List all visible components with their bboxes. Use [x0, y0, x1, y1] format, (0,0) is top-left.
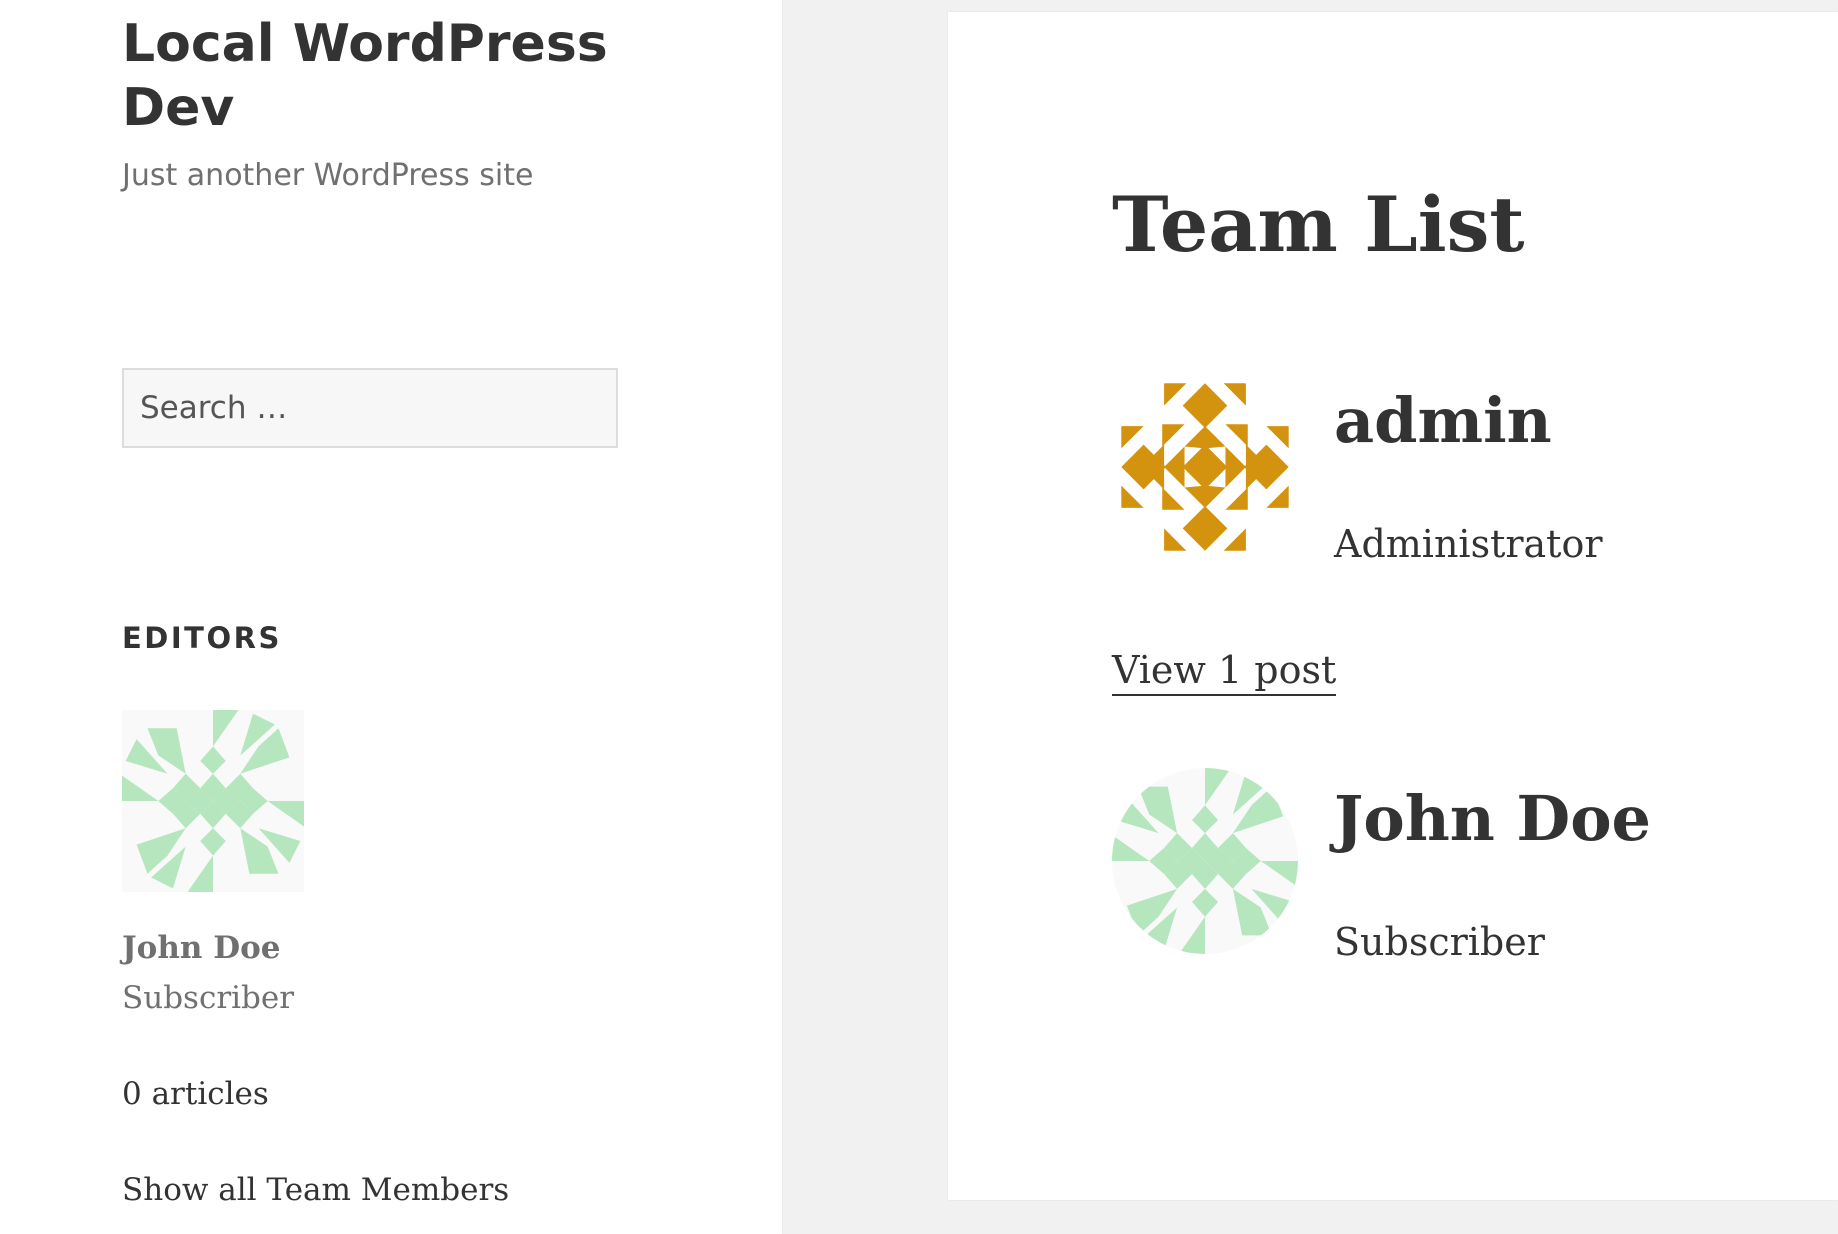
show-all-team-members-link[interactable]: Show all Team Members	[122, 1172, 509, 1208]
member-name: admin	[1334, 384, 1552, 457]
search-input[interactable]	[122, 368, 618, 448]
page-title: Team List	[1112, 180, 1525, 269]
editor-article-count: 0 articles	[122, 1076, 269, 1112]
sidebar: Local WordPress Dev Just another WordPre…	[0, 0, 782, 1234]
identicon-green-icon	[122, 710, 304, 892]
editor-role: Subscriber	[122, 980, 295, 1016]
widget-title-editors: EDITORS	[122, 621, 282, 655]
team-member-card: John Doe Subscriber	[1112, 768, 1812, 968]
view-posts-link[interactable]: View 1 post	[1112, 648, 1337, 696]
editor-name[interactable]: John Doe	[122, 930, 281, 966]
site-tagline: Just another WordPress site	[122, 158, 534, 193]
member-role: Administrator	[1334, 522, 1603, 566]
team-member-card: admin Administrator	[1112, 374, 1812, 574]
main-content: Team List admin Administrator View 1 pos…	[948, 12, 1838, 1200]
identicon-green-icon	[1112, 768, 1298, 954]
identicon-orange-icon	[1112, 374, 1298, 560]
member-name: John Doe	[1334, 782, 1651, 855]
site-title[interactable]: Local WordPress Dev	[122, 12, 642, 140]
member-role: Subscriber	[1334, 920, 1545, 964]
